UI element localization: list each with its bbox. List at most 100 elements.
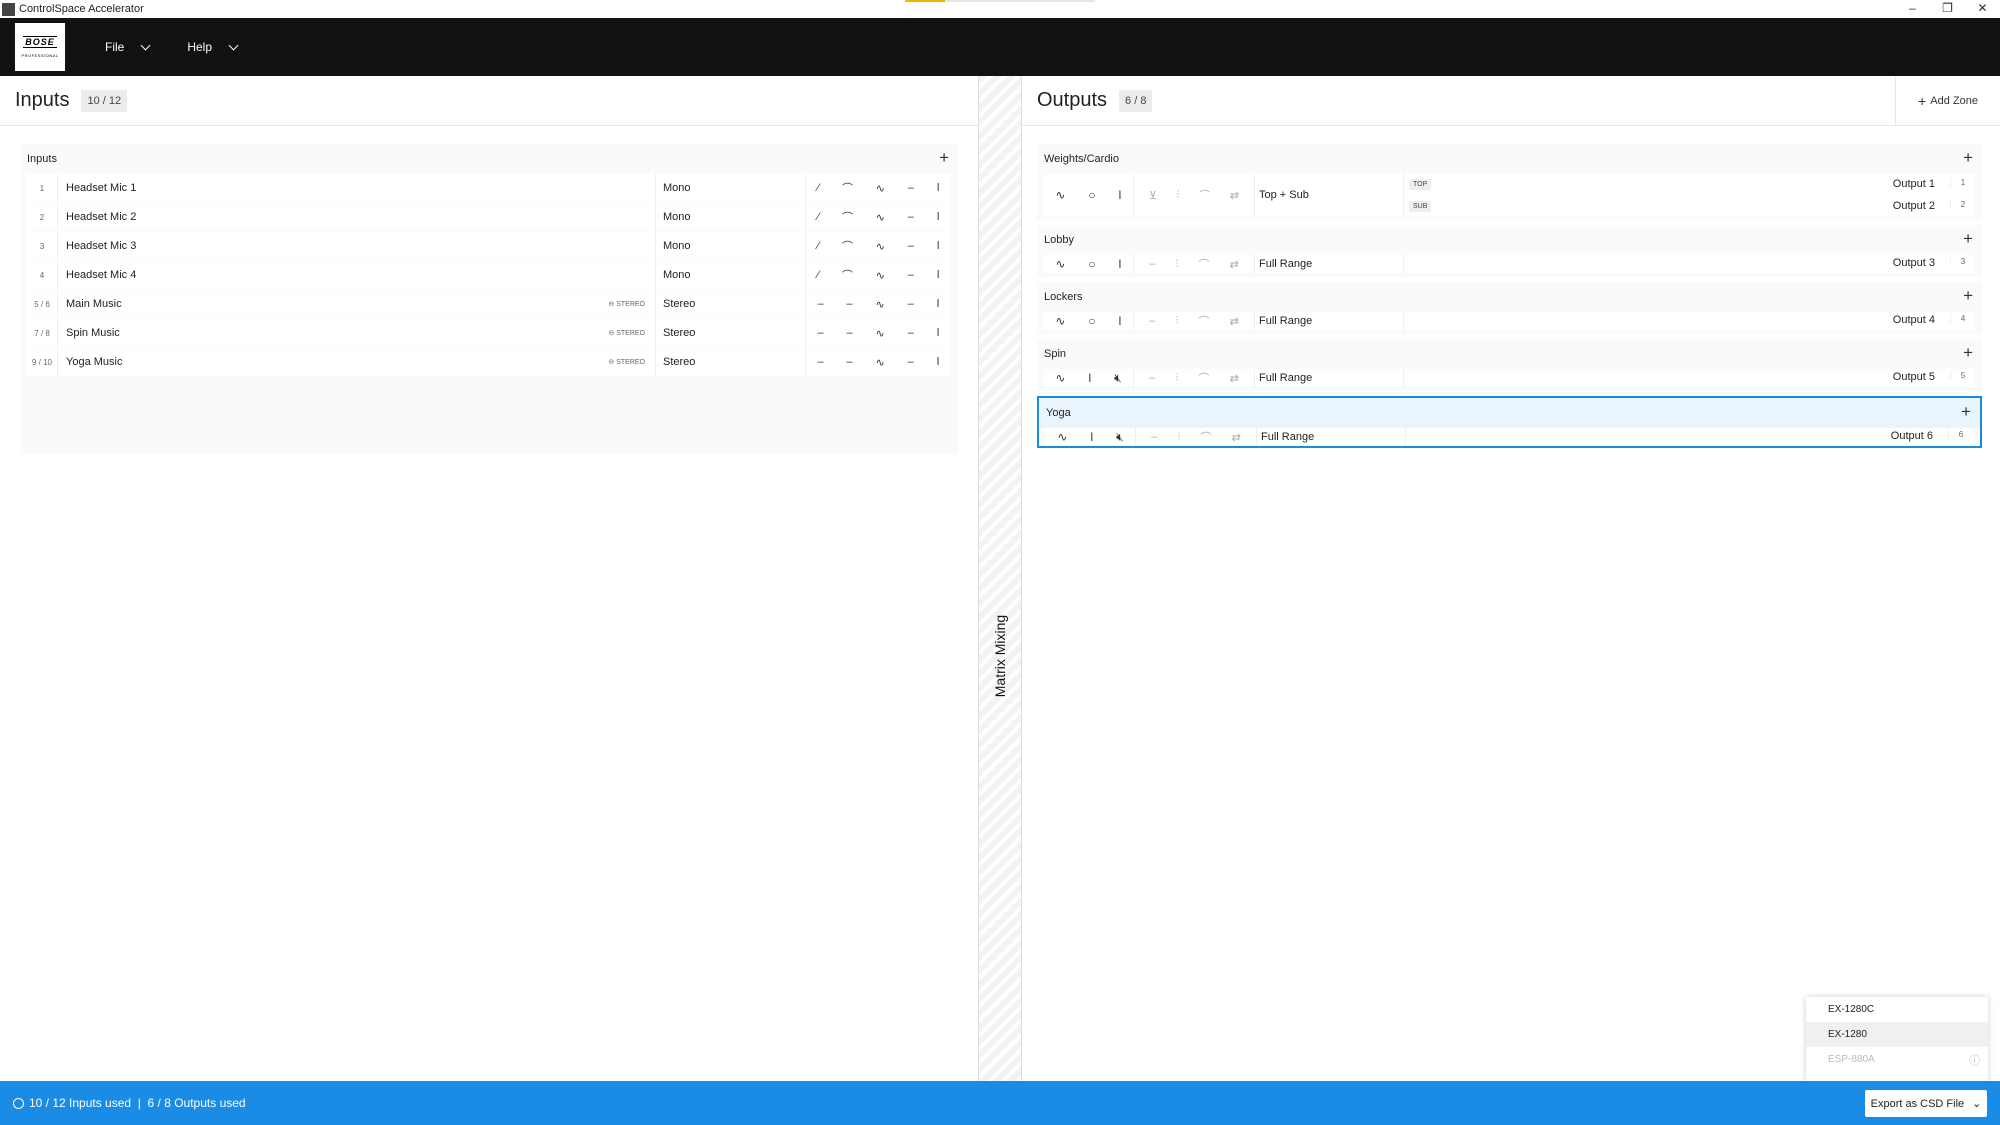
gain-icon[interactable]: ǀ [1118,188,1121,202]
zone-mode[interactable]: Full Range [1254,255,1404,273]
crossover-icon[interactable]: ⌒ [1200,429,1211,445]
output-row[interactable]: ∿ ○ ǀ ⊻ ⫶ ⌒ ⇄ Top + Sub TOP Output 1 1 SUB Output 2 2 [1044,174,1975,216]
input-name[interactable]: Headset Mic 3 [57,232,655,260]
zone-card[interactable]: Spin + ∿ ǀ 🔇︎ – ⫶ ⌒ ⇄ Full Range Output 5 5 [1037,339,1982,391]
gain-icon[interactable]: ǀ [937,327,940,339]
zone-card[interactable]: Yoga + ∿ ǀ 🔇︎ – ⫶ ⌒ ⇄ Full Range Output 6 6 [1037,396,1982,448]
eq-icon[interactable]: ∿ [876,298,885,311]
zone-mode[interactable]: Full Range [1254,369,1404,387]
low-shelf-icon[interactable]: ⌒ [842,267,853,283]
matrix-mixing-tab[interactable]: Matrix Mixing [978,76,1022,1081]
crossover-icon[interactable]: ⌒ [1198,256,1209,272]
eq-sliders-icon[interactable]: ⫶ [1175,315,1178,328]
input-type[interactable]: Stereo [655,348,805,376]
input-type[interactable]: Stereo [655,290,805,318]
input-type[interactable]: Stereo [655,319,805,347]
high-pass-icon[interactable]: ⁄ [817,269,819,281]
low-shelf-icon[interactable]: ⌒ [842,209,853,225]
gain-icon[interactable]: ǀ [1118,257,1121,271]
high-pass-icon[interactable]: – [817,298,823,310]
gate-icon[interactable]: – [908,356,914,368]
output-row[interactable]: ∿ ○ ǀ – ⫶ ⌒ ⇄ Full Range Output 3 3 [1044,255,1975,273]
gate-icon[interactable]: – [908,182,914,194]
output-row[interactable]: ∿ ǀ 🔇︎ – ⫶ ⌒ ⇄ Full Range Output 6 6 [1046,428,1973,446]
high-pass-icon[interactable]: ⁄ [817,211,819,223]
split-icon[interactable]: – [1151,431,1157,443]
gain-icon[interactable]: ǀ [937,182,940,194]
low-shelf-icon[interactable]: – [846,356,852,368]
eq-icon[interactable]: ∿ [1055,371,1065,385]
input-type[interactable]: Mono [655,232,805,260]
low-shelf-icon[interactable]: – [846,327,852,339]
gate-icon[interactable]: – [908,298,914,310]
maximize-button[interactable]: ❐ [1930,0,1965,18]
output-row[interactable]: ∿ ǀ 🔇︎ – ⫶ ⌒ ⇄ Full Range Output 5 5 [1044,369,1975,387]
zone-card[interactable]: Lockers + ∿ ○ ǀ – ⫶ ⌒ ⇄ Full Range Output 4 4 [1037,282,1982,334]
gate-icon[interactable]: – [908,211,914,223]
eq-icon[interactable]: ∿ [876,269,885,282]
gain-icon[interactable]: ǀ [937,298,940,310]
gain-icon[interactable]: ǀ [1088,371,1091,385]
gain-icon[interactable]: ǀ [937,240,940,252]
low-shelf-icon[interactable]: – [846,298,852,310]
eq-icon[interactable]: ∿ [876,182,885,195]
zone-card[interactable]: Lobby + ∿ ○ ǀ – ⫶ ⌒ ⇄ Full Range Output 3 3 [1037,225,1982,277]
input-name[interactable]: Spin Music ⊖ STEREO [57,319,655,347]
add-input-button[interactable]: + [939,148,949,168]
input-type[interactable]: Mono [655,174,805,202]
add-output-button[interactable]: + [1963,148,1973,168]
crossover-icon[interactable]: ⌒ [1198,370,1209,386]
split-icon[interactable]: ⊻ [1149,189,1157,202]
gate-icon[interactable]: – [908,269,914,281]
crossover-icon[interactable]: ⌒ [1199,187,1210,203]
input-name[interactable]: Headset Mic 1 [57,174,655,202]
add-output-button[interactable]: + [1963,229,1973,249]
output-row[interactable]: ∿ ○ ǀ – ⫶ ⌒ ⇄ Full Range Output 4 4 [1044,312,1975,330]
eq-sliders-icon[interactable]: ⫶ [1177,189,1180,202]
eq-icon[interactable]: ∿ [1055,188,1065,202]
dropdown-option[interactable]: EX-1280 [1806,1022,1988,1047]
high-pass-icon[interactable]: – [817,356,823,368]
gain-icon[interactable]: ǀ [937,356,940,368]
input-row[interactable]: 9 / 10 Yoga Music ⊖ STEREO Stereo – – ∿ – ǀ [27,348,951,376]
gain-icon[interactable]: ǀ [1118,314,1121,328]
meter-icon[interactable]: ○ [1088,314,1095,328]
high-pass-icon[interactable]: ⁄ [817,240,819,252]
zone-mode[interactable]: Full Range [1256,428,1406,446]
eq-icon[interactable]: ∿ [876,211,885,224]
gain-icon[interactable]: ǀ [1090,430,1093,444]
export-csd-button[interactable]: Export as CSD File ⌄ [1865,1090,1987,1117]
meter-icon[interactable]: ○ [1088,257,1095,271]
high-pass-icon[interactable]: – [817,327,823,339]
mute-icon[interactable]: 🔇︎ [1114,371,1122,386]
gain-icon[interactable]: ǀ [937,269,940,281]
input-row[interactable]: 7 / 8 Spin Music ⊖ STEREO Stereo – – ∿ – ǀ [27,319,951,347]
crossover-icon[interactable]: ⌒ [1198,313,1209,329]
eq-icon[interactable]: ∿ [1055,314,1065,328]
input-row[interactable]: 2 Headset Mic 2 Mono ⁄ ⌒ ∿ – ǀ [27,203,951,231]
gate-icon[interactable]: – [908,240,914,252]
input-name[interactable]: Headset Mic 2 [57,203,655,231]
eq-sliders-icon[interactable]: ⫶ [1175,372,1178,385]
eq-icon[interactable]: ∿ [1055,257,1065,271]
help-menu[interactable]: Help [187,40,239,54]
input-row[interactable]: 4 Headset Mic 4 Mono ⁄ ⌒ ∿ – ǀ [27,261,951,289]
add-output-button[interactable]: + [1963,286,1973,306]
high-pass-icon[interactable]: ⁄ [817,182,819,194]
routing-icon[interactable]: ⇄ [1230,372,1239,385]
dropdown-option[interactable]: EX-1280C [1806,997,1988,1022]
input-type[interactable]: Mono [655,261,805,289]
routing-icon[interactable]: ⇄ [1232,431,1241,444]
meter-icon[interactable]: ○ [1088,188,1095,202]
eq-sliders-icon[interactable]: ⫶ [1177,431,1180,444]
routing-icon[interactable]: ⇄ [1230,258,1239,271]
eq-sliders-icon[interactable]: ⫶ [1175,258,1178,271]
add-output-button[interactable]: + [1961,402,1971,422]
zone-mode[interactable]: Top + Sub [1254,174,1404,216]
minimize-button[interactable]: – [1895,0,1930,18]
eq-icon[interactable]: ∿ [876,240,885,253]
input-name[interactable]: Headset Mic 4 [57,261,655,289]
zone-card[interactable]: Weights/Cardio + ∿ ○ ǀ ⊻ ⫶ ⌒ ⇄ Top + Sub TOP Output… [1037,144,1982,220]
gain-icon[interactable]: ǀ [937,211,940,223]
input-row[interactable]: 5 / 6 Main Music ⊖ STEREO Stereo – – ∿ – ǀ [27,290,951,318]
